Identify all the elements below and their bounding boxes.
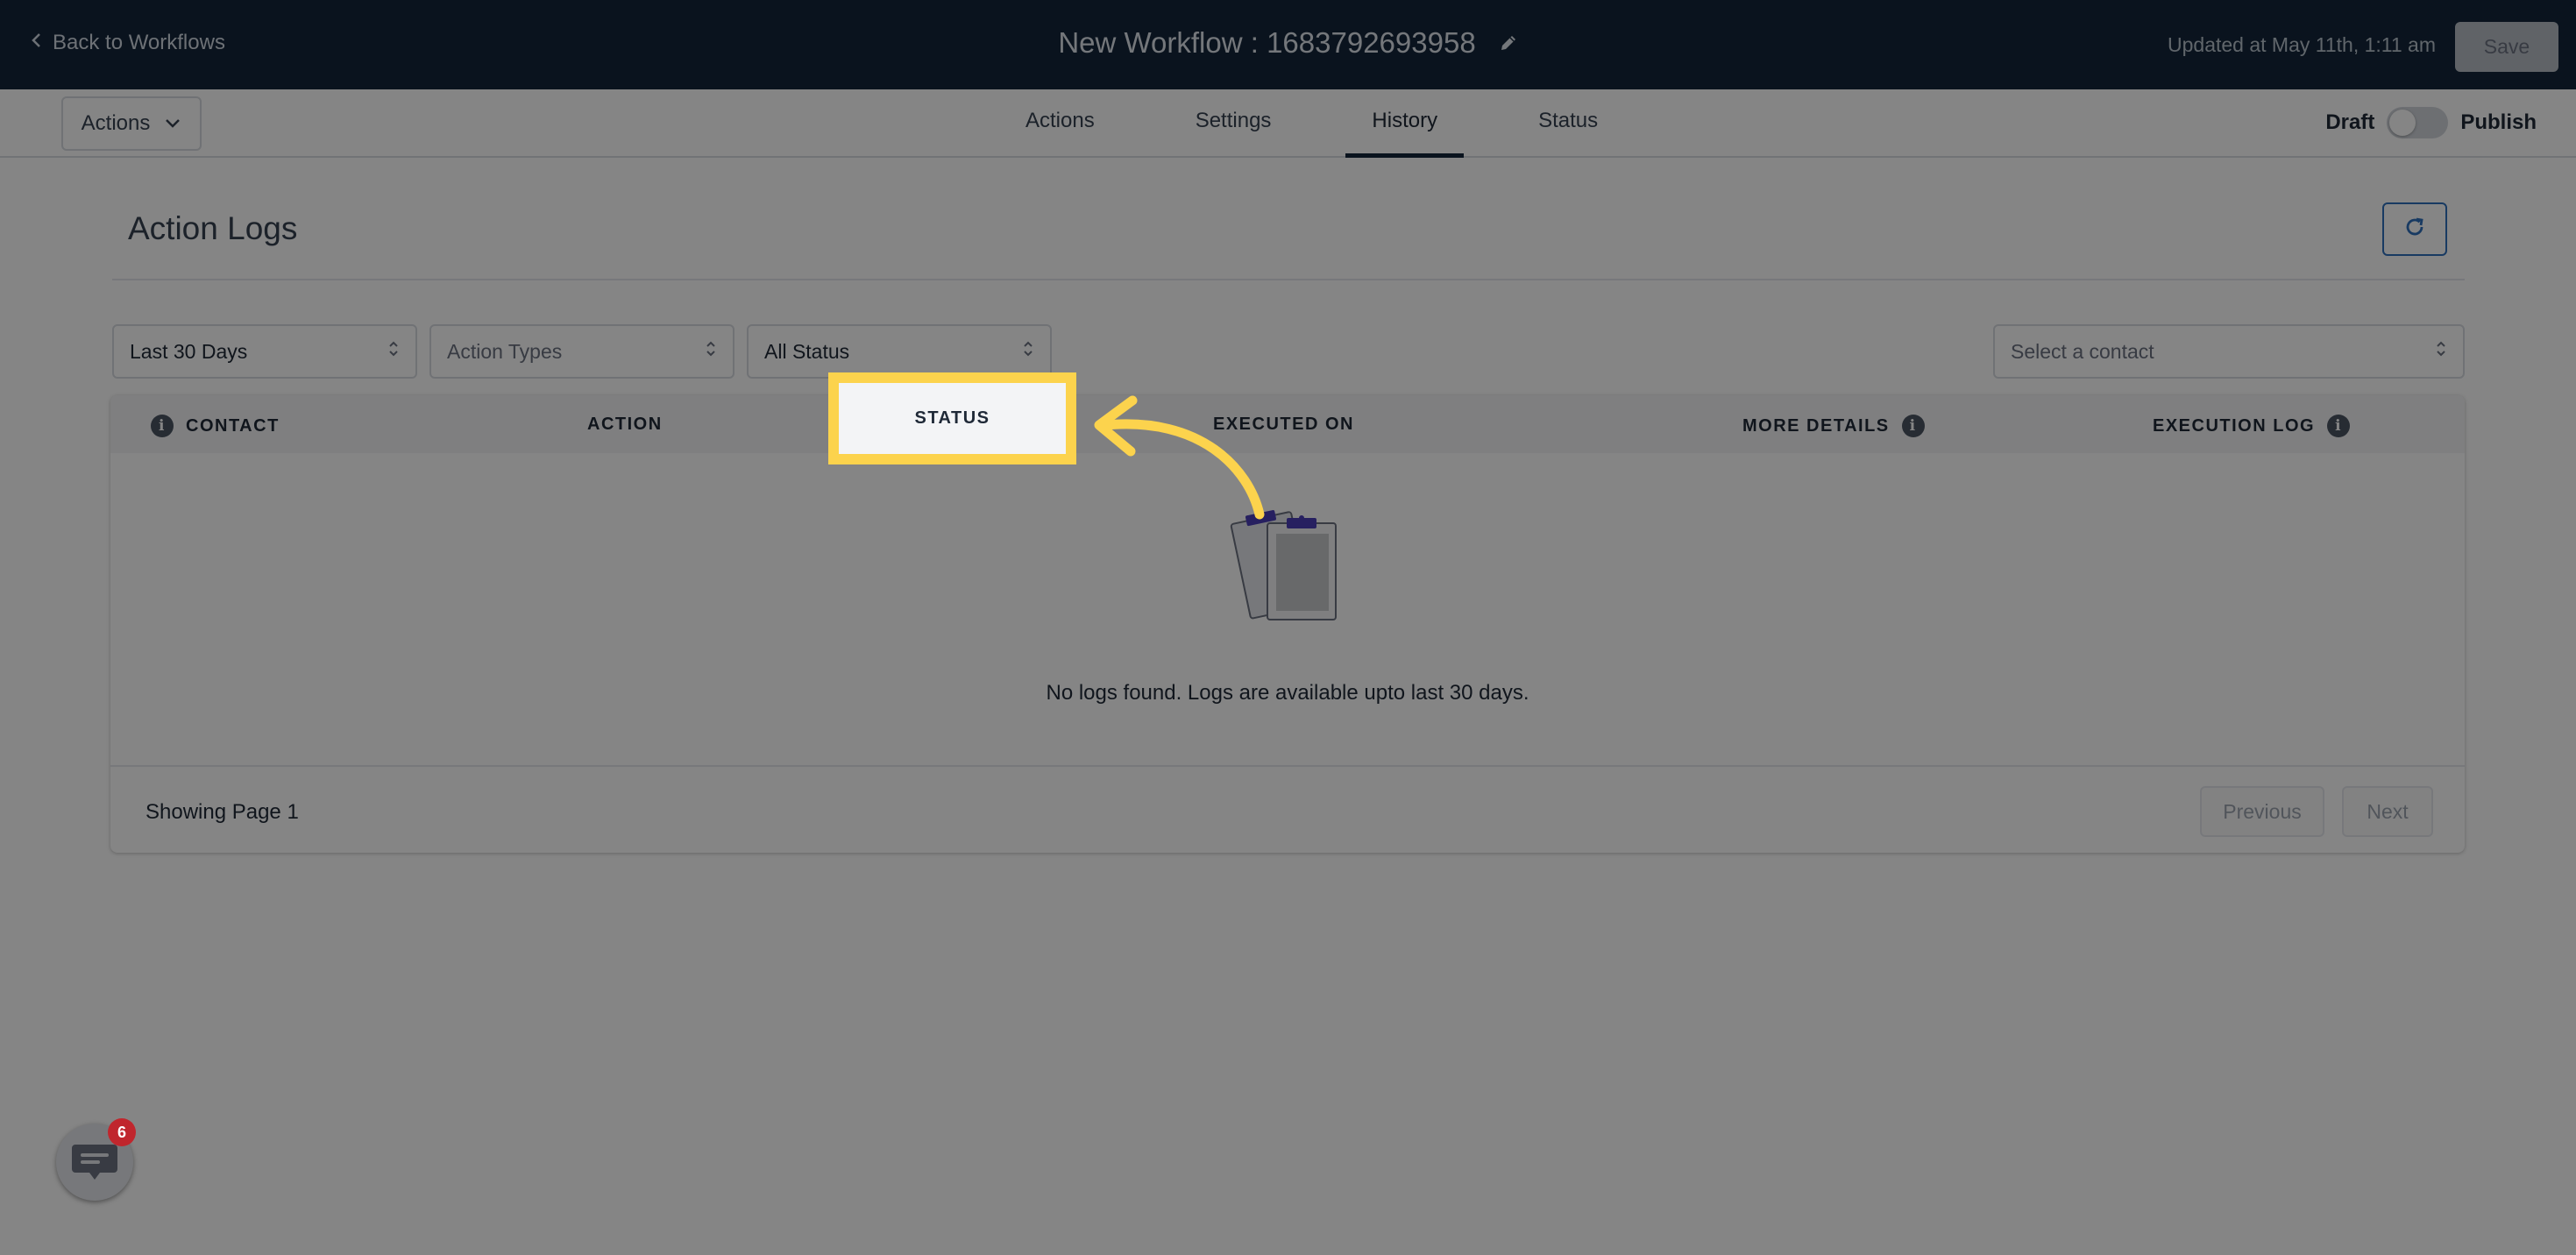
column-action-label: ACTION [587, 415, 663, 434]
page-indicator: Showing Page 1 [145, 800, 299, 824]
column-more-details-label: MORE DETAILS [1742, 415, 1890, 436]
actions-dropdown[interactable]: Actions [61, 96, 202, 151]
workflow-title: New Workflow : 1683792693958 [1058, 26, 1476, 59]
updated-timestamp: Updated at May 11th, 1:11 am [2168, 33, 2436, 56]
column-execution-log: EXECUTION LOG i [2153, 415, 2351, 437]
chat-bubble-icon [72, 1145, 117, 1180]
chevron-down-icon [164, 111, 181, 136]
column-contact-label: CONTACT [186, 415, 280, 436]
top-header: Back to Workflows New Workflow : 1683792… [0, 0, 2576, 89]
next-button[interactable]: Next [2342, 786, 2433, 837]
action-types-select[interactable]: Action Types [429, 324, 734, 379]
info-icon[interactable]: i [1901, 415, 1925, 437]
page-title: Action Logs [128, 210, 298, 246]
column-more-details: MORE DETAILS i [1742, 415, 1925, 437]
publish-label: Publish [2460, 110, 2537, 134]
pointer-arrow-icon [1094, 395, 1265, 520]
tab-settings[interactable]: Settings [1169, 89, 1298, 158]
save-button[interactable]: Save [2455, 22, 2558, 72]
tab-history[interactable]: History [1345, 89, 1465, 158]
refresh-button[interactable] [2382, 202, 2447, 256]
chat-notification-badge: 6 [108, 1118, 136, 1146]
workflow-tabs: Actions Settings History Status [999, 89, 1672, 158]
column-action: ACTION [587, 415, 663, 435]
previous-button[interactable]: Previous [2200, 786, 2324, 837]
sort-arrows-icon [705, 338, 717, 365]
date-range-value: Last 30 Days [130, 339, 248, 363]
date-range-select[interactable]: Last 30 Days [112, 324, 417, 379]
sort-arrows-icon [1022, 338, 1034, 365]
info-icon[interactable]: i [151, 415, 174, 437]
title-divider [112, 279, 2465, 280]
highlighted-status-column[interactable]: STATUS [828, 372, 1076, 464]
info-icon[interactable]: i [2327, 415, 2351, 437]
status-select[interactable]: All Status [747, 324, 1052, 379]
status-value: All Status [764, 339, 850, 363]
column-execution-log-label: EXECUTION LOG [2153, 415, 2316, 436]
toggle-knob [2389, 110, 2416, 136]
actions-dropdown-label: Actions [81, 111, 151, 135]
sub-navigation: Actions Actions Settings History Status … [0, 89, 2576, 158]
contact-select[interactable]: Select a contact [1993, 324, 2465, 379]
tab-status[interactable]: Status [1512, 89, 1624, 158]
refresh-icon [2402, 215, 2427, 244]
contact-placeholder: Select a contact [2011, 339, 2154, 363]
table-header: i CONTACT ACTION EXECUTED ON MORE DETAIL… [110, 395, 2465, 453]
sort-arrows-icon [387, 338, 400, 365]
column-contact: i CONTACT [151, 415, 280, 437]
empty-state-message: No logs found. Logs are available upto l… [1046, 681, 1529, 705]
table-footer: Showing Page 1 Previous Next [110, 765, 2465, 853]
pencil-icon[interactable] [1499, 33, 1518, 53]
action-logs-table: i CONTACT ACTION EXECUTED ON MORE DETAIL… [110, 395, 2465, 853]
action-types-placeholder: Action Types [447, 339, 563, 363]
column-status-label: STATUS [914, 408, 990, 428]
publish-toggle-group: Draft Publish [2325, 107, 2537, 138]
publish-toggle[interactable] [2387, 107, 2449, 138]
tab-actions[interactable]: Actions [999, 89, 1121, 158]
draft-label: Draft [2325, 110, 2375, 134]
sort-arrows-icon [2435, 338, 2447, 365]
